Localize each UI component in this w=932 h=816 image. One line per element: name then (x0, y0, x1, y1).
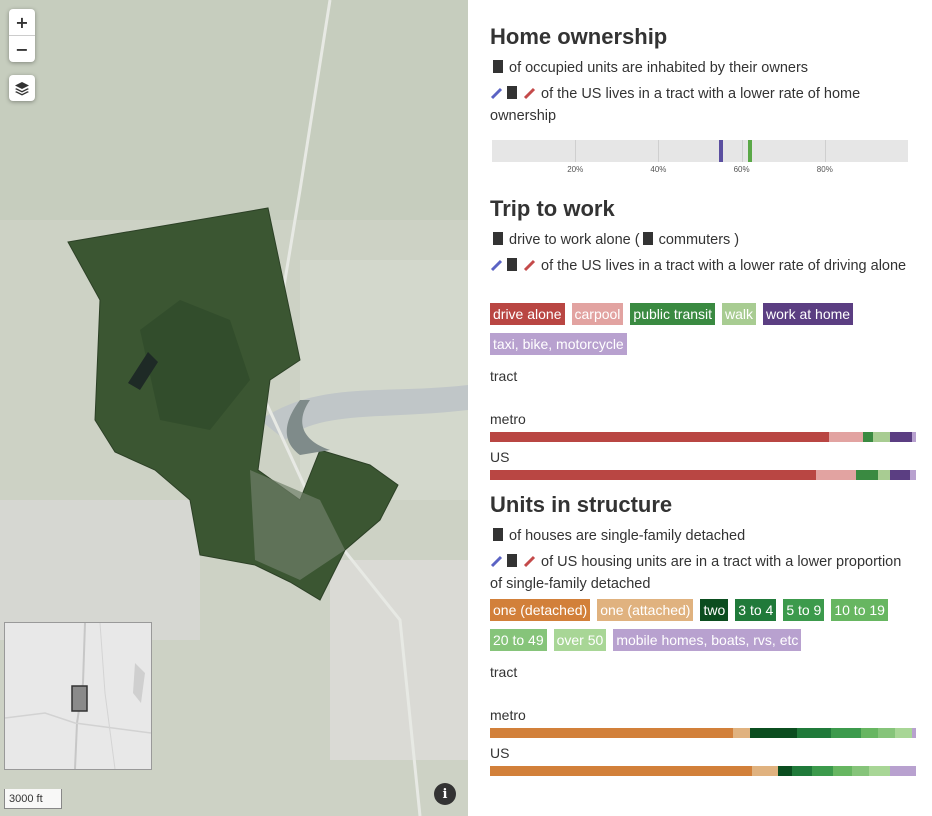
home-ownership-stat: of occupied units are inhabited by their… (490, 57, 916, 79)
trip-legend-item[interactable]: public transit (630, 303, 716, 325)
home-ownership-heading: Home ownership (490, 24, 668, 49)
units-bar-segment (749, 728, 797, 738)
trip-row-label-us: US (490, 449, 510, 465)
trip-row-label-tract: tract (490, 368, 518, 384)
units-bar-segment (830, 728, 861, 738)
info-icon[interactable]: i (434, 783, 456, 805)
trip-legend-item[interactable]: walk (722, 303, 757, 325)
trip-legend-item[interactable]: carpool (571, 303, 624, 325)
units-bar-segment (777, 766, 793, 776)
value-placeholder-icon (493, 60, 503, 73)
scale-bar: 3000 ft (4, 789, 62, 809)
units-row-label-us: US (490, 745, 510, 761)
trip-bar-segment (490, 470, 816, 480)
value-placeholder-icon (493, 232, 503, 245)
value-placeholder-icon (507, 554, 517, 567)
units-bar-segment (869, 766, 891, 776)
profile-panel: Home ownership of occupied units are inh… (490, 0, 916, 816)
units-bar-segment (811, 766, 833, 776)
percentile-axis: 20% 40% 60% 80% (492, 140, 908, 180)
trip-bar-segment (815, 470, 857, 480)
zoom-control: + − (9, 9, 35, 62)
trip-bar-segment (877, 470, 891, 480)
trip-bar-segment (890, 432, 912, 442)
zoom-in-button[interactable]: + (9, 9, 35, 35)
trip-legend-item[interactable]: drive alone (490, 303, 565, 325)
trip-bar-segment (873, 432, 891, 442)
trip-legend-item[interactable]: work at home (763, 303, 854, 325)
units-bar-metro (490, 728, 916, 738)
blue-pencil-icon (490, 259, 503, 272)
units-in-structure-heading: Units in structure (490, 492, 673, 517)
layers-icon (9, 75, 35, 101)
map-view[interactable]: + − 3000 ft i (0, 0, 468, 816)
trip-bar-segment (909, 470, 916, 480)
units-bar-segment (860, 728, 878, 738)
home-ownership-us-rank: of the US lives in a tract with a lower … (490, 86, 861, 124)
units-bar-segment (490, 766, 752, 776)
percentile-tick-label: 40% (650, 165, 667, 174)
red-pencil-icon (523, 87, 536, 100)
units-row-label-metro: metro (490, 707, 526, 723)
value-placeholder-icon (507, 258, 517, 271)
units-bar-segment (877, 728, 895, 738)
trip-bar-segment (856, 470, 878, 480)
units-legend-item[interactable]: 5 to 9 (783, 599, 825, 621)
trip-to-work-heading: Trip to work (490, 196, 615, 221)
blue-pencil-icon (490, 87, 503, 100)
units-bar-segment (732, 728, 750, 738)
units-stat: of houses are single-family detached (490, 525, 916, 547)
units-bar-segment (751, 766, 778, 776)
value-placeholder-icon (642, 232, 653, 245)
units-bar-segment (890, 766, 916, 776)
units-bar-segment (796, 728, 831, 738)
trip-bar-segment (490, 432, 829, 442)
trip-to-work-legend: drive alone carpool public transit walk work… (490, 303, 916, 355)
units-bar-segment (894, 728, 912, 738)
units-bar-segment (832, 766, 853, 776)
units-legend-item[interactable]: 20 to 49 (490, 629, 547, 651)
units-legend-item[interactable]: over 50 (553, 629, 607, 651)
blue-pencil-icon (490, 555, 503, 568)
trip-bar-segment (828, 432, 863, 442)
units-legend-item[interactable]: one (detached) (490, 599, 591, 621)
units-bar-us (490, 766, 916, 776)
trip-bar-segment (862, 432, 874, 442)
red-pencil-icon (523, 259, 536, 272)
trip-bar-segment (890, 470, 910, 480)
units-legend-item[interactable]: two (700, 599, 729, 621)
units-bar-segment (792, 766, 812, 776)
units-bar-segment (852, 766, 870, 776)
trip-bar-segment (911, 432, 916, 442)
layers-button[interactable] (9, 75, 35, 101)
units-bar-segment (911, 728, 916, 738)
units-legend: one (detached) one (attached) two 3 to 4 5 t… (490, 599, 916, 651)
trip-legend-item[interactable]: taxi, bike, motorcycle (490, 333, 627, 355)
percentile-tick-label: 20% (567, 165, 584, 174)
units-bar-segment (490, 728, 733, 738)
units-us-rank: of US housing units are in a tract with … (490, 554, 902, 592)
trip-to-work-us-rank: of the US lives in a tract with a lower … (490, 255, 916, 277)
percentile-tick-label: 80% (816, 165, 833, 174)
overview-minimap[interactable] (4, 622, 152, 770)
value-placeholder-icon (493, 528, 503, 541)
trip-bar-us (490, 470, 916, 480)
units-legend-item[interactable]: 10 to 19 (831, 599, 888, 621)
trip-bar-metro (490, 432, 916, 442)
percentile-tick-label: 60% (733, 165, 750, 174)
units-legend-item[interactable]: one (attached) (597, 599, 694, 621)
units-legend-item[interactable]: 3 to 4 (735, 599, 777, 621)
units-row-label-tract: tract (490, 664, 518, 680)
units-legend-item[interactable]: mobile homes, boats, rvs, etc (613, 629, 802, 651)
trip-to-work-stat: drive to work alone (commuters ) (490, 229, 916, 251)
minimap-viewport[interactable] (71, 685, 88, 712)
trip-row-label-metro: metro (490, 411, 526, 427)
red-pencil-icon (523, 555, 536, 568)
zoom-out-button[interactable]: − (9, 35, 35, 62)
value-placeholder-icon (507, 86, 517, 99)
